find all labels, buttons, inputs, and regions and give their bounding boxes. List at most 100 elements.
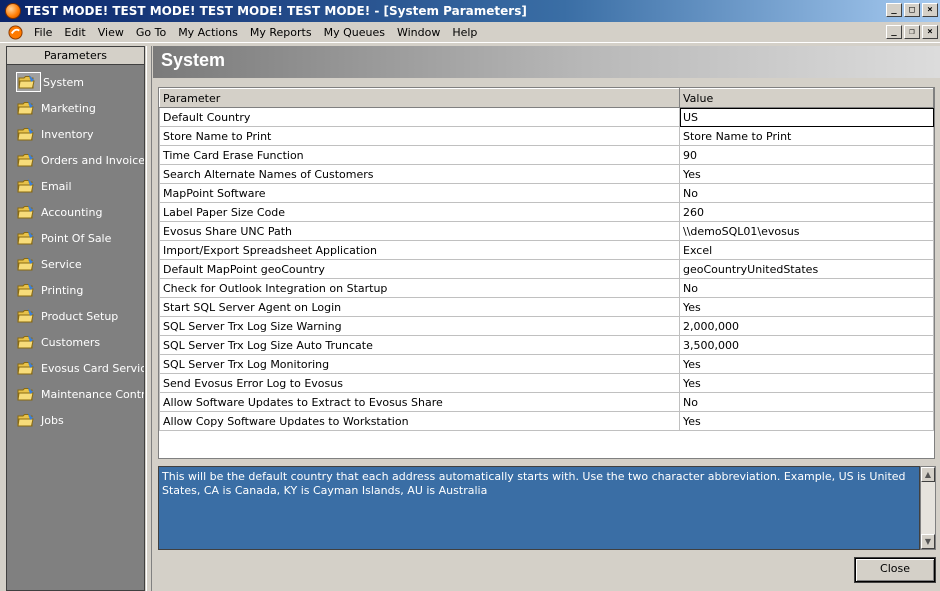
parameter-cell: Search Alternate Names of Customers [159, 164, 680, 184]
table-row[interactable]: Label Paper Size Code 260 [159, 202, 934, 222]
value-cell[interactable]: geoCountryUnitedStates [679, 259, 934, 279]
menu-my-reports[interactable]: My Reports [244, 26, 318, 39]
scroll-up-icon[interactable]: ▲ [921, 467, 935, 482]
sidebar-item-system[interactable]: System [7, 69, 144, 95]
sidebar-item-jobs[interactable]: Jobs [7, 407, 144, 433]
menu-go-to[interactable]: Go To [130, 26, 172, 39]
menu-window[interactable]: Window [391, 26, 446, 39]
value-cell[interactable]: US [679, 107, 934, 127]
table-row[interactable]: Import/Export Spreadsheet Application Exc… [159, 240, 934, 260]
table-row[interactable]: Time Card Erase Function 90 [159, 145, 934, 165]
value-cell[interactable]: 260 [679, 202, 934, 222]
value-cell[interactable]: Yes [679, 297, 934, 317]
sidebar-item-evosus-card-services[interactable]: Evosus Card Services [7, 355, 144, 381]
sidebar-item-label: Maintenance Contr... [41, 387, 144, 401]
value-cell[interactable]: Store Name to Print [679, 126, 934, 146]
sidebar-item-label: Inventory [41, 127, 94, 141]
table-row[interactable]: Allow Software Updates to Extract to Evo… [159, 392, 934, 412]
sidebar-item-product-setup[interactable]: Product Setup [7, 303, 144, 329]
table-row[interactable]: Start SQL Server Agent on Login Yes [159, 297, 934, 317]
folder-icon [16, 281, 39, 299]
sidebar-item-service[interactable]: Service [7, 251, 144, 277]
minimize-button[interactable]: _ [886, 3, 902, 17]
table-row[interactable]: SQL Server Trx Log Monitoring Yes [159, 354, 934, 374]
value-cell[interactable]: Yes [679, 373, 934, 393]
folder-icon [16, 99, 39, 117]
sidebar-item-printing[interactable]: Printing [7, 277, 144, 303]
child-minimize-button[interactable]: _ [886, 25, 902, 39]
folder-icon [16, 411, 39, 429]
folder-icon [16, 203, 39, 221]
table-row[interactable]: SQL Server Trx Log Size Warning 2,000,000 [159, 316, 934, 336]
sidebar-item-orders-and-invoices[interactable]: Orders and Invoices [7, 147, 144, 173]
menu-bar: File Edit View Go To My Actions My Repor… [0, 22, 940, 43]
sidebar-item-maintenance-contr[interactable]: Maintenance Contr... [7, 381, 144, 407]
close-button[interactable]: Close [854, 557, 936, 583]
column-header-value[interactable]: Value [679, 88, 934, 108]
sidebar-item-label: Accounting [41, 205, 103, 219]
value-cell[interactable]: Yes [679, 411, 934, 431]
title-bar: TEST MODE! TEST MODE! TEST MODE! TEST MO… [0, 0, 940, 22]
page-title: System [161, 50, 226, 70]
sidebar-item-label: System [43, 75, 85, 89]
table-row[interactable]: SQL Server Trx Log Size Auto Truncate 3,5… [159, 335, 934, 355]
parameter-cell: Evosus Share UNC Path [159, 221, 680, 241]
parameter-cell: Default MapPoint geoCountry [159, 259, 680, 279]
parameter-cell: MapPoint Software [159, 183, 680, 203]
child-window-controls: _ ❐ × [886, 25, 938, 39]
menu-view[interactable]: View [92, 26, 130, 39]
table-row[interactable]: Check for Outlook Integration on Startup… [159, 278, 934, 298]
child-restore-button[interactable]: ❐ [904, 25, 920, 39]
value-cell[interactable]: Excel [679, 240, 934, 260]
table-row[interactable]: Search Alternate Names of Customers Yes [159, 164, 934, 184]
value-cell[interactable]: No [679, 183, 934, 203]
scroll-down-icon[interactable]: ▼ [921, 534, 935, 549]
sidebar-item-label: Evosus Card Services [41, 361, 144, 375]
parameters-sidebar: Parameters System Marketing Inventory Order… [6, 46, 145, 591]
value-cell[interactable]: Yes [679, 354, 934, 374]
folder-icon [16, 307, 39, 325]
parameter-cell: Default Country [159, 107, 680, 127]
table-row[interactable]: Store Name to Print Store Name to Print [159, 126, 934, 146]
sidebar-item-customers[interactable]: Customers [7, 329, 144, 355]
parameter-description: This will be the default country that ea… [158, 466, 920, 550]
menu-help[interactable]: Help [446, 26, 483, 39]
value-cell[interactable]: 3,500,000 [679, 335, 934, 355]
table-row[interactable]: MapPoint Software No [159, 183, 934, 203]
table-row[interactable]: Default MapPoint geoCountry geoCountryUni… [159, 259, 934, 279]
folder-icon [16, 177, 39, 195]
parameter-cell: Allow Software Updates to Extract to Evo… [159, 392, 680, 412]
app-logo-icon [5, 3, 21, 19]
sidebar-item-label: Point Of Sale [41, 231, 112, 245]
value-cell[interactable]: No [679, 278, 934, 298]
menu-edit[interactable]: Edit [58, 26, 91, 39]
value-cell[interactable]: No [679, 392, 934, 412]
sidebar-item-point-of-sale[interactable]: Point Of Sale [7, 225, 144, 251]
app-menu-icon[interactable] [8, 24, 23, 40]
value-cell[interactable]: 90 [679, 145, 934, 165]
sidebar-item-accounting[interactable]: Accounting [7, 199, 144, 225]
value-cell[interactable]: 2,000,000 [679, 316, 934, 336]
sidebar-item-inventory[interactable]: Inventory [7, 121, 144, 147]
value-cell[interactable]: Yes [679, 164, 934, 184]
sidebar-item-marketing[interactable]: Marketing [7, 95, 144, 121]
value-cell[interactable]: \\demoSQL01\evosus [679, 221, 934, 241]
sidebar-splitter[interactable] [146, 46, 152, 591]
table-row[interactable]: Default Country US [159, 107, 934, 127]
table-row[interactable]: Send Evosus Error Log to Evosus Yes [159, 373, 934, 393]
maximize-button[interactable]: □ [904, 3, 920, 17]
sidebar-header: Parameters [7, 47, 144, 65]
description-scrollbar[interactable]: ▲ ▼ [920, 466, 936, 550]
menu-my-actions[interactable]: My Actions [172, 26, 244, 39]
table-row[interactable]: Allow Copy Software Updates to Workstati… [159, 411, 934, 431]
child-close-button[interactable]: × [922, 25, 938, 39]
sidebar-item-email[interactable]: Email [7, 173, 144, 199]
folder-icon [16, 359, 39, 377]
column-header-parameter[interactable]: Parameter [159, 88, 680, 108]
folder-icon [16, 255, 39, 273]
close-window-button[interactable]: × [922, 3, 938, 17]
menu-file[interactable]: File [28, 26, 58, 39]
menu-my-queues[interactable]: My Queues [318, 26, 391, 39]
table-row[interactable]: Evosus Share UNC Path \\demoSQL01\evosus [159, 221, 934, 241]
parameter-cell: Start SQL Server Agent on Login [159, 297, 680, 317]
